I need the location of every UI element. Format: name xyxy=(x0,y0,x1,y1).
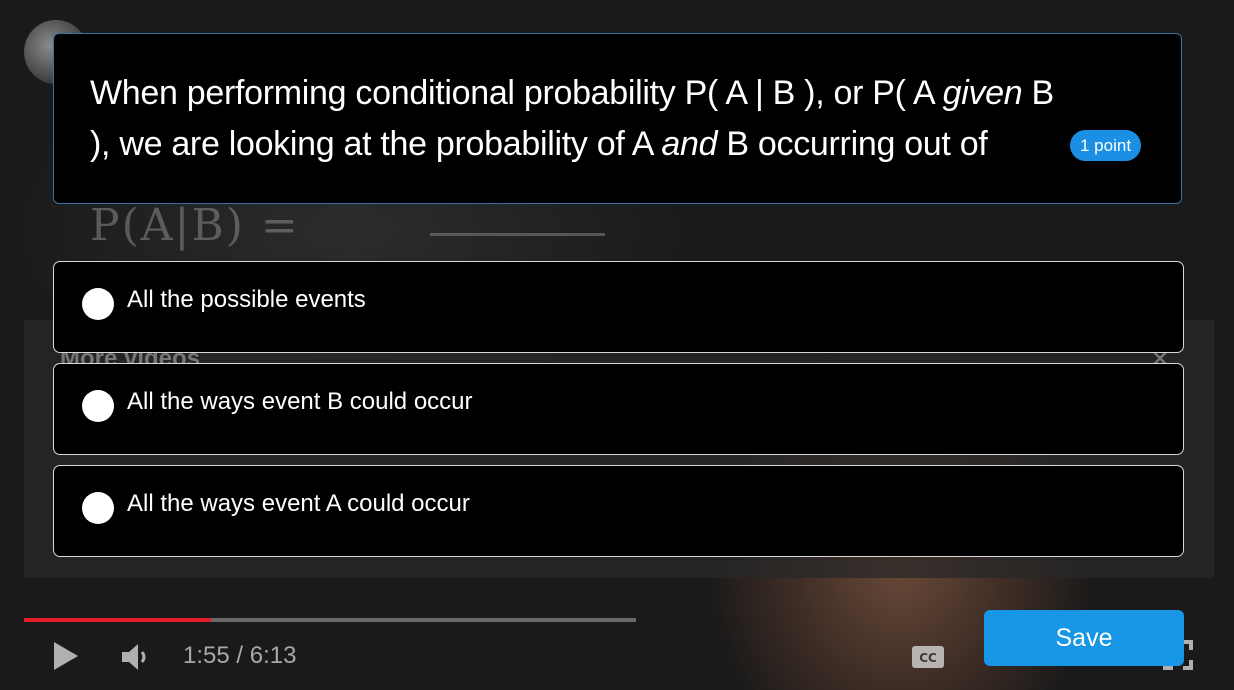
answer-option-label: All the possible events xyxy=(127,286,366,313)
points-badge: 1 point xyxy=(1070,130,1142,161)
play-icon[interactable] xyxy=(52,641,80,671)
volume-icon[interactable] xyxy=(121,643,151,671)
progress-played xyxy=(24,618,211,622)
question-part-3: B occurring out of xyxy=(717,125,988,163)
save-button[interactable]: Save xyxy=(984,610,1184,666)
question-emphasis-and: and xyxy=(661,125,718,163)
question-emphasis-given: given xyxy=(942,74,1023,112)
svg-text:CC: CC xyxy=(919,651,937,665)
question-part-1: When performing conditional probability … xyxy=(90,74,943,112)
answer-option-1[interactable]: All the possible events xyxy=(53,261,1184,353)
chalkboard-fraction-line xyxy=(430,233,605,236)
question-text: When performing conditional probability … xyxy=(90,68,1080,170)
chalkboard-formula: P(A|B) = xyxy=(90,200,300,251)
time-display: 1:55 / 6:13 xyxy=(183,642,297,669)
answer-option-3[interactable]: All the ways event A could occur xyxy=(53,465,1184,557)
radio-icon[interactable] xyxy=(82,390,114,422)
question-card: When performing conditional probability … xyxy=(53,33,1182,204)
cc-icon[interactable]: CC xyxy=(911,645,945,669)
answer-option-label: All the ways event A could occur xyxy=(127,490,470,517)
radio-icon[interactable] xyxy=(82,492,114,524)
radio-icon[interactable] xyxy=(82,288,114,320)
answer-option-2[interactable]: All the ways event B could occur xyxy=(53,363,1184,455)
progress-bar[interactable] xyxy=(24,618,636,622)
answer-option-label: All the ways event B could occur xyxy=(127,388,473,415)
